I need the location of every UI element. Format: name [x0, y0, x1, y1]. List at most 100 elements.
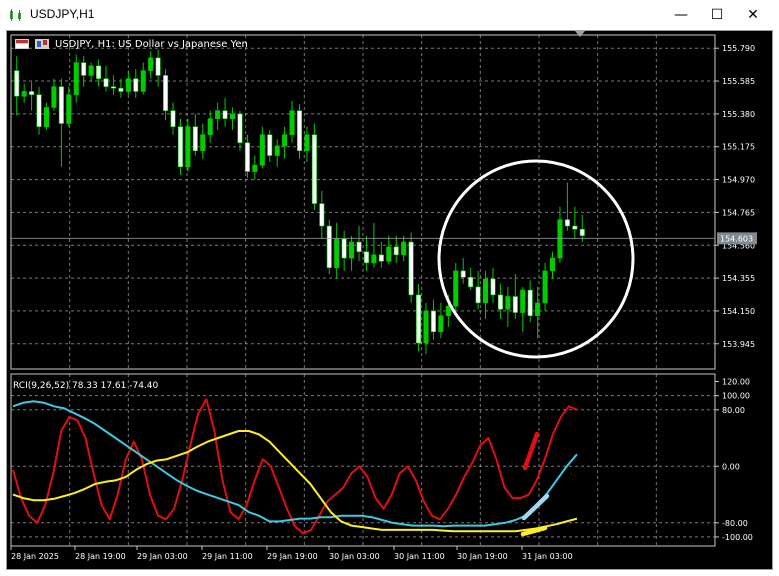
- candle: [386, 235, 392, 265]
- candle: [557, 206, 563, 263]
- chart-symbol-label: USDJPY, H1: US Dollar vs Japanese Yen: [55, 39, 248, 50]
- time-axis: 28 Jan 2025 28 Jan 19:00 29 Jan 03:00 29 Ja…: [10, 546, 573, 561]
- candle-body-bull: [334, 238, 340, 268]
- candle-body-bear: [81, 62, 87, 76]
- candle: [490, 267, 496, 303]
- candle: [564, 182, 570, 231]
- time-tick-label: 29 Jan 03:00: [137, 552, 188, 561]
- candle-body-bear: [103, 78, 109, 87]
- candle-body-bear: [475, 286, 481, 304]
- candle-body-bull: [252, 164, 258, 172]
- chart-window-icon: [15, 39, 29, 49]
- chart-mode-icon: [35, 39, 49, 49]
- candle: [453, 262, 459, 311]
- candle: [207, 110, 213, 143]
- candle: [21, 83, 27, 103]
- candle: [542, 262, 548, 311]
- candle: [393, 235, 399, 263]
- candle: [334, 222, 340, 279]
- candle-body-bear: [14, 70, 20, 97]
- candle: [304, 126, 310, 162]
- candle-body-bull: [289, 110, 295, 136]
- candle-body-bull: [438, 315, 444, 333]
- candle: [341, 230, 347, 271]
- candle: [222, 97, 228, 127]
- minimize-button[interactable]: —: [663, 0, 699, 30]
- time-tick-label: 29 Jan 19:00: [267, 552, 318, 561]
- indicator-tick-label: -100.00: [722, 533, 753, 542]
- candle-body-bear: [29, 91, 35, 95]
- indicator-tick-label: 120.00: [722, 378, 750, 387]
- price-tick-label: 155.380: [722, 110, 755, 119]
- candle: [133, 69, 139, 98]
- candle: [282, 126, 288, 159]
- candle: [311, 123, 317, 211]
- candle: [185, 118, 191, 172]
- candle-body-bear: [36, 94, 42, 128]
- candle: [110, 75, 116, 95]
- candle: [81, 56, 87, 87]
- candle-body-bear: [393, 246, 399, 256]
- candle-body-bear: [497, 294, 503, 310]
- annotation-circle: [437, 159, 635, 359]
- candle: [520, 286, 526, 332]
- candle: [177, 118, 183, 175]
- candle: [88, 62, 94, 82]
- highlight-stroke-cyan: [521, 493, 550, 521]
- candle-body-bear: [110, 86, 116, 89]
- candle-body-bear: [133, 78, 139, 92]
- candle-body-bear: [170, 110, 176, 128]
- candle: [148, 51, 154, 79]
- candle-body-bull: [349, 241, 355, 259]
- candle-body-bull: [148, 57, 154, 71]
- candle-body-bear: [356, 241, 362, 252]
- candle-body-bull: [549, 257, 556, 272]
- candle-body-bull: [282, 134, 288, 147]
- maximize-button[interactable]: ☐: [699, 0, 735, 30]
- candle: [66, 86, 72, 127]
- candle: [14, 56, 20, 116]
- candle: [229, 107, 236, 130]
- close-button[interactable]: ✕: [735, 0, 771, 30]
- candle-body-bear: [416, 294, 422, 344]
- candle: [349, 235, 355, 271]
- candle: [140, 62, 146, 95]
- price-tick-label: 155.175: [722, 143, 755, 152]
- candle: [267, 129, 273, 162]
- window-title: USDJPY,H1: [30, 7, 95, 21]
- candle: [408, 232, 414, 303]
- candle: [289, 101, 295, 143]
- candle-body-bull: [535, 302, 541, 317]
- candle-body-bull: [207, 118, 213, 136]
- candle-body-bull: [386, 246, 392, 262]
- candle-body-bear: [579, 228, 585, 236]
- candle-body-bull: [21, 91, 27, 97]
- close-icon: ✕: [747, 7, 759, 23]
- candle: [475, 270, 481, 310]
- indicator-tick-label: 100.00: [722, 392, 750, 401]
- candle: [430, 299, 436, 340]
- candle-body-bear: [430, 310, 436, 333]
- candle: [73, 54, 79, 103]
- candle-body-bull: [423, 310, 429, 344]
- candle-body-bear: [512, 296, 518, 313]
- candle-body-bear: [326, 225, 332, 268]
- candle: [296, 104, 303, 159]
- price-candles: [14, 49, 585, 355]
- rci-line: [12, 400, 578, 528]
- price-tick-label: 154.970: [722, 176, 755, 185]
- candle: [58, 78, 64, 167]
- candle-body-bear: [527, 289, 533, 317]
- chart-canvas[interactable]: 155.790 155.585 155.380 155.175 154.970 154.7…: [7, 31, 773, 570]
- candle-body-bear: [192, 126, 198, 152]
- candle-body-bull: [401, 241, 407, 256]
- chart-window[interactable]: 155.790 155.585 155.380 155.175 154.970 154.7…: [6, 30, 773, 570]
- candle-body-bull: [215, 110, 221, 119]
- candle-body-bear: [408, 241, 414, 296]
- candle: [572, 206, 578, 239]
- minimize-icon: —: [674, 7, 688, 23]
- maximize-icon: ☐: [710, 7, 724, 23]
- candle: [319, 190, 325, 239]
- time-tick-label: 30 Jan 19:00: [457, 552, 508, 561]
- candle: [363, 235, 370, 271]
